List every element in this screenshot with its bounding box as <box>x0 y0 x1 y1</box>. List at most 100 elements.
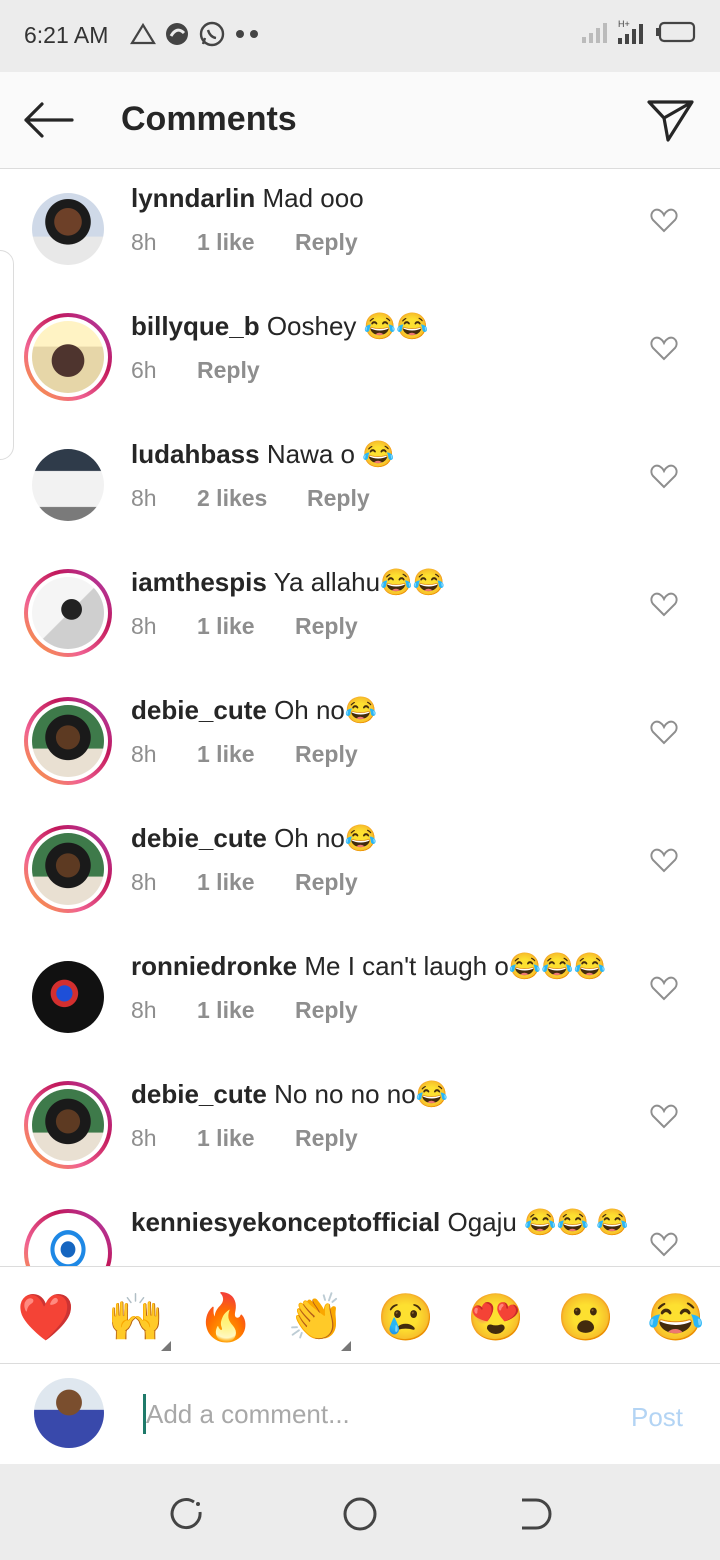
comment-text: No no no no😂 <box>274 1079 449 1109</box>
emoji-heart[interactable]: ❤️ <box>17 1289 74 1345</box>
emoji-clapping-hands[interactable]: 👏 <box>287 1289 344 1345</box>
like-heart-icon[interactable] <box>650 847 678 873</box>
comment-likes[interactable]: 1 like <box>197 869 295 896</box>
comment-row: ronniedronke Me I can't laugh o😂😂😂 8h 1 … <box>0 937 720 1065</box>
like-heart-icon[interactable] <box>650 463 678 489</box>
comment-body: iamthespis Ya allahu😂😂 <box>131 567 631 597</box>
reply-button[interactable]: Reply <box>295 741 358 768</box>
like-heart-icon[interactable] <box>650 1231 678 1257</box>
comment-input[interactable] <box>146 1392 586 1436</box>
comment-time: 8h <box>131 229 157 255</box>
reply-button[interactable]: Reply <box>295 1125 358 1152</box>
current-user-avatar <box>34 1378 104 1448</box>
emoji-crying-face[interactable]: 😢 <box>377 1289 434 1345</box>
comment-meta: 8h 1 like Reply <box>131 869 358 896</box>
comment-time: 6h <box>131 357 157 383</box>
comment-row: lynndarlin Mad ooo 8h 1 like Reply <box>0 169 720 297</box>
reply-button[interactable]: Reply <box>295 229 358 256</box>
reply-button[interactable]: Reply <box>295 869 358 896</box>
comment-username[interactable]: debie_cute <box>131 1079 267 1109</box>
comment-body: ludahbass Nawa o 😂 <box>131 439 631 469</box>
signal-hplus-icon: H+ <box>618 19 643 44</box>
avatar[interactable] <box>24 697 112 785</box>
comment-username[interactable]: lynndarlin <box>131 183 255 213</box>
navigation-bar <box>0 1464 720 1560</box>
like-heart-icon[interactable] <box>650 207 678 233</box>
avatar[interactable] <box>24 441 112 529</box>
comment-likes[interactable]: 1 like <box>197 741 295 768</box>
avatar[interactable] <box>24 569 112 657</box>
comment-text: Me I can't laugh o😂😂😂 <box>304 951 606 981</box>
comment-username[interactable]: iamthespis <box>131 567 267 597</box>
avatar[interactable] <box>24 1081 112 1169</box>
like-heart-icon[interactable] <box>650 719 678 745</box>
comment-meta: 8h 1 like Reply <box>131 229 358 256</box>
comment-username[interactable]: kenniesyekonceptofficial <box>131 1207 440 1237</box>
direct-message-icon[interactable] <box>646 96 696 144</box>
comment-time: 8h <box>131 741 157 767</box>
warning-icon <box>130 22 156 45</box>
comment-text: Nawa o 😂 <box>266 439 395 469</box>
comment-username[interactable]: ludahbass <box>131 439 260 469</box>
comment-list: lynndarlin Mad ooo 8h 1 like Reply billy… <box>0 169 720 1266</box>
comment-likes[interactable]: 1 like <box>197 997 295 1024</box>
like-heart-icon[interactable] <box>650 591 678 617</box>
back-nav-icon[interactable] <box>514 1494 554 1534</box>
emoji-raised-hands[interactable]: 🙌 <box>107 1289 164 1345</box>
comment-text: Oh no😂 <box>274 695 378 725</box>
skin-tone-indicator-icon <box>341 1341 351 1351</box>
reply-button[interactable]: Reply <box>295 997 358 1024</box>
comment-row: iamthespis Ya allahu😂😂 8h 1 like Reply <box>0 553 720 681</box>
reply-button[interactable]: Reply <box>197 357 260 384</box>
avatar[interactable] <box>24 313 112 401</box>
status-bar: 6:21 AM H+ <box>0 0 720 72</box>
comment-likes[interactable]: 1 like <box>197 613 295 640</box>
comment-composer: Post <box>0 1364 720 1464</box>
reply-button[interactable]: Reply <box>295 613 358 640</box>
comment-time: 8h <box>131 613 157 639</box>
comment-username[interactable]: debie_cute <box>131 695 267 725</box>
comment-username[interactable]: billyque_b <box>131 311 260 341</box>
emoji-heart-eyes[interactable]: 😍 <box>467 1289 524 1345</box>
comment-body: kenniesyekonceptofficial Ogaju 😂😂 😂 <box>131 1207 631 1237</box>
comment-likes[interactable]: 1 like <box>197 1125 295 1152</box>
comment-likes[interactable]: 1 like <box>197 229 295 256</box>
comment-meta: 8h 1 like Reply <box>131 997 358 1024</box>
comment-text: Ogaju 😂😂 😂 <box>447 1207 629 1237</box>
comment-body: debie_cute Oh no😂 <box>131 823 631 853</box>
avatar[interactable] <box>24 185 112 273</box>
emoji-fire[interactable]: 🔥 <box>197 1289 254 1345</box>
quick-emoji-bar: ❤️ 🙌 🔥 👏 😢 😍 😮 😂 <box>0 1266 720 1364</box>
comment-time: 8h <box>131 997 157 1023</box>
signal-icon <box>582 23 607 43</box>
comment-text: Oh no😂 <box>274 823 378 853</box>
comment-time: 8h <box>131 485 157 511</box>
comment-row: billyque_b Ooshey 😂😂 6h Reply <box>0 297 720 425</box>
avatar[interactable] <box>24 1209 112 1266</box>
like-heart-icon[interactable] <box>650 1103 678 1129</box>
comment-row: kenniesyekonceptofficial Ogaju 😂😂 😂 <box>0 1193 720 1266</box>
emoji-surprised-face[interactable]: 😮 <box>557 1289 614 1345</box>
skin-tone-indicator-icon <box>161 1341 171 1351</box>
battery-icon <box>656 21 696 43</box>
back-arrow-icon[interactable] <box>22 100 74 140</box>
comment-username[interactable]: debie_cute <box>131 823 267 853</box>
home-icon[interactable] <box>340 1494 380 1534</box>
comment-meta: 8h 2 likes Reply <box>131 485 370 512</box>
reply-button[interactable]: Reply <box>307 485 370 512</box>
comment-text: Ya allahu😂😂 <box>273 567 445 597</box>
comment-likes[interactable]: 2 likes <box>197 485 307 512</box>
comment-username[interactable]: ronniedronke <box>131 951 297 981</box>
notification-icons <box>130 20 262 48</box>
post-button[interactable]: Post <box>631 1402 683 1433</box>
like-heart-icon[interactable] <box>650 975 678 1001</box>
like-heart-icon[interactable] <box>650 335 678 361</box>
avatar[interactable] <box>24 953 112 1041</box>
comment-body: debie_cute No no no no😂 <box>131 1079 631 1109</box>
status-time: 6:21 AM <box>24 22 109 48</box>
emoji-laughing-tears[interactable]: 😂 <box>647 1289 704 1345</box>
recent-apps-icon[interactable] <box>166 1494 206 1534</box>
avatar[interactable] <box>24 825 112 913</box>
comment-body: billyque_b Ooshey 😂😂 <box>131 311 631 341</box>
comment-time: 8h <box>131 869 157 895</box>
